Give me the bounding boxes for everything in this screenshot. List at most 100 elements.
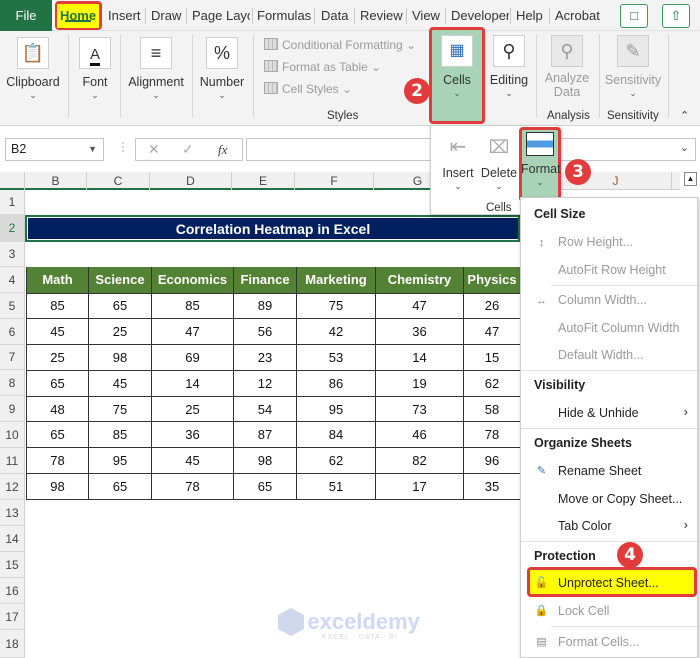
sensitivity-button[interactable]: ✎ Sensitivity ⌄ xyxy=(603,35,663,99)
column-header-cell[interactable]: Science xyxy=(88,267,152,294)
data-cell[interactable]: 87 xyxy=(233,421,297,449)
data-cell[interactable]: 73 xyxy=(375,395,464,423)
column-header-cell[interactable]: Economics xyxy=(151,267,234,294)
row-header-2[interactable]: 2 xyxy=(0,215,25,242)
number-button[interactable]: % Number ⌄ xyxy=(196,37,248,101)
tab-data[interactable]: Data xyxy=(316,0,353,31)
tab-page-layout[interactable]: Page Layo xyxy=(187,0,250,31)
data-cell[interactable]: 96 xyxy=(463,447,521,475)
tab-file[interactable]: File xyxy=(0,0,52,31)
data-cell[interactable]: 12 xyxy=(233,369,297,397)
data-cell[interactable]: 36 xyxy=(375,318,464,346)
scroll-up-button[interactable]: ▲ xyxy=(684,172,697,186)
menu-item-rename-sheet[interactable]: Rename Sheet xyxy=(558,464,641,478)
tab-formulas[interactable]: Formulas xyxy=(252,0,316,31)
column-header-cell[interactable]: Physics xyxy=(463,267,521,294)
data-cell[interactable]: 25 xyxy=(88,318,152,346)
data-cell[interactable]: 65 xyxy=(26,421,89,449)
insert-function-icon[interactable]: fx xyxy=(218,142,227,158)
data-cell[interactable]: 78 xyxy=(151,473,234,500)
row-header-15[interactable]: 15 xyxy=(0,552,25,578)
menu-item-default-width[interactable]: Default Width... xyxy=(558,348,643,362)
row-header-13[interactable]: 13 xyxy=(0,500,25,526)
column-header-f[interactable]: F xyxy=(295,172,374,190)
data-cell[interactable]: 65 xyxy=(26,369,89,397)
tab-home[interactable]: Home xyxy=(57,4,99,28)
menu-item-tab-color[interactable]: Tab Color xyxy=(558,519,612,533)
data-cell[interactable]: 82 xyxy=(375,447,464,475)
column-header-b[interactable]: B xyxy=(25,172,87,190)
data-cell[interactable]: 78 xyxy=(463,421,521,449)
row-header-8[interactable]: 8 xyxy=(0,370,25,396)
data-cell[interactable]: 47 xyxy=(151,318,234,346)
data-cell[interactable]: 95 xyxy=(88,447,152,475)
data-cell[interactable]: 42 xyxy=(296,318,376,346)
data-cell[interactable]: 51 xyxy=(296,473,376,500)
data-cell[interactable]: 25 xyxy=(26,344,89,371)
data-cell[interactable]: 75 xyxy=(296,292,376,320)
enter-icon[interactable]: ✓ xyxy=(182,141,194,158)
name-box[interactable]: B2 ▼ xyxy=(5,138,104,161)
tab-insert[interactable]: Insert xyxy=(103,0,146,31)
row-header-6[interactable]: 6 xyxy=(0,319,25,345)
select-all-corner[interactable] xyxy=(0,172,25,190)
menu-item-row-height[interactable]: Row Height... xyxy=(558,235,633,249)
data-cell[interactable]: 45 xyxy=(88,369,152,397)
data-cell[interactable]: 65 xyxy=(233,473,297,500)
tab-acrobat[interactable]: Acrobat xyxy=(550,0,605,31)
data-cell[interactable]: 85 xyxy=(26,292,89,320)
data-cell[interactable]: 85 xyxy=(151,292,234,320)
row-header-14[interactable]: 14 xyxy=(0,526,25,552)
clipboard-button[interactable]: 📋 Clipboard ⌄ xyxy=(2,37,64,101)
menu-item-column-width[interactable]: Column Width... xyxy=(558,293,647,307)
row-header-9[interactable]: 9 xyxy=(0,396,25,422)
collapse-ribbon-icon[interactable]: ⌃ xyxy=(680,109,689,122)
row-header-4[interactable]: 4 xyxy=(0,267,25,293)
expand-formula-icon[interactable]: ⌄ xyxy=(680,141,689,154)
menu-item-move-copy-sheet[interactable]: Move or Copy Sheet... xyxy=(558,492,682,506)
data-cell[interactable]: 19 xyxy=(375,369,464,397)
data-cell[interactable]: 62 xyxy=(296,447,376,475)
data-cell[interactable]: 86 xyxy=(296,369,376,397)
data-cell[interactable]: 98 xyxy=(88,344,152,371)
data-cell[interactable]: 48 xyxy=(26,395,89,423)
column-header-e[interactable]: E xyxy=(232,172,295,190)
format-as-table-button[interactable]: Format as Table ⌄ xyxy=(264,56,381,78)
data-cell[interactable]: 95 xyxy=(296,395,376,423)
data-cell[interactable]: 62 xyxy=(463,369,521,397)
data-cell[interactable]: 36 xyxy=(151,421,234,449)
row-header-11[interactable]: 11 xyxy=(0,448,25,474)
insert-cells-button[interactable]: ⇤ Insert ⌄ xyxy=(437,132,479,192)
data-cell[interactable]: 45 xyxy=(26,318,89,346)
tab-draw[interactable]: Draw xyxy=(146,0,186,31)
format-cells-button[interactable]: Format ⌄ xyxy=(521,132,561,188)
data-cell[interactable]: 98 xyxy=(233,447,297,475)
row-header-7[interactable]: 7 xyxy=(0,345,25,370)
data-cell[interactable]: 25 xyxy=(151,395,234,423)
row-header-12[interactable]: 12 xyxy=(0,474,25,500)
tab-help[interactable]: Help xyxy=(511,0,548,31)
row-header-10[interactable]: 10 xyxy=(0,422,25,448)
data-cell[interactable]: 54 xyxy=(233,395,297,423)
data-cell[interactable]: 35 xyxy=(463,473,521,500)
column-header-cell[interactable]: Chemistry xyxy=(375,267,464,294)
data-cell[interactable]: 56 xyxy=(233,318,297,346)
data-cell[interactable]: 47 xyxy=(463,318,521,346)
menu-item-autofit-column-width[interactable]: AutoFit Column Width xyxy=(558,321,680,335)
row-header-5[interactable]: 5 xyxy=(0,293,25,319)
alignment-button[interactable]: ≡ Alignment ⌄ xyxy=(124,37,188,101)
column-header-cell[interactable]: Math xyxy=(26,267,89,294)
data-cell[interactable]: 14 xyxy=(151,369,234,397)
data-cell[interactable]: 89 xyxy=(233,292,297,320)
data-cell[interactable]: 85 xyxy=(88,421,152,449)
data-cell[interactable]: 78 xyxy=(26,447,89,475)
cell-styles-button[interactable]: Cell Styles ⌄ xyxy=(264,78,352,100)
menu-item-autofit-row-height[interactable]: AutoFit Row Height xyxy=(558,263,666,277)
row-header-3[interactable]: 3 xyxy=(0,242,25,267)
delete-cells-button[interactable]: ⌧ Delete ⌄ xyxy=(479,132,519,192)
comments-button[interactable]: □ xyxy=(620,4,648,28)
data-cell[interactable]: 69 xyxy=(151,344,234,371)
cancel-icon[interactable]: ✕ xyxy=(148,141,160,158)
row-header-16[interactable]: 16 xyxy=(0,578,25,604)
share-button[interactable]: ⇧ xyxy=(662,4,690,28)
